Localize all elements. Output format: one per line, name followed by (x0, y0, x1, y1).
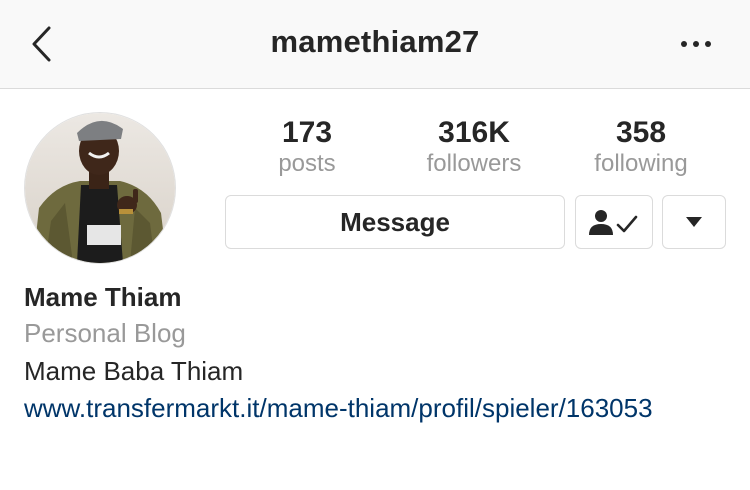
profile-bio-text: Mame Baba Thiam (24, 356, 244, 386)
followers-count-label: followers (426, 150, 522, 177)
following-button[interactable] (575, 195, 653, 249)
posts-count-value: 173 (281, 116, 333, 149)
following-count-value: 358 (615, 116, 667, 149)
profile-display-name: Mame Thiam (24, 282, 182, 312)
profile-username-title: mamethiam27 (270, 24, 480, 59)
posts-count-label: posts (278, 150, 336, 177)
posts-count: 173 posts (237, 116, 377, 178)
user-check-icon (589, 210, 638, 235)
following-count-label: following (594, 150, 688, 177)
profile-bio: Mame Thiam Personal Blog Mame Baba Thiam… (24, 280, 724, 426)
profile-website-link[interactable]: www.transfermarkt.it/mame-thiam/profil/s… (24, 390, 664, 426)
caret-down-icon (686, 217, 702, 227)
profile-category: Personal Blog (24, 318, 186, 348)
message-button[interactable]: Message (225, 195, 565, 249)
top-navigation-bar: mamethiam27 (0, 0, 750, 89)
profile-photo (25, 113, 175, 263)
more-horizontal-icon (681, 41, 711, 47)
more-options-button[interactable] (676, 30, 716, 58)
followers-count[interactable]: 316K followers (404, 116, 544, 178)
followers-count-value: 316K (438, 116, 510, 149)
profile-avatar[interactable] (24, 112, 176, 264)
suggested-users-dropdown-button[interactable] (662, 195, 726, 249)
following-count[interactable]: 358 following (571, 116, 711, 178)
